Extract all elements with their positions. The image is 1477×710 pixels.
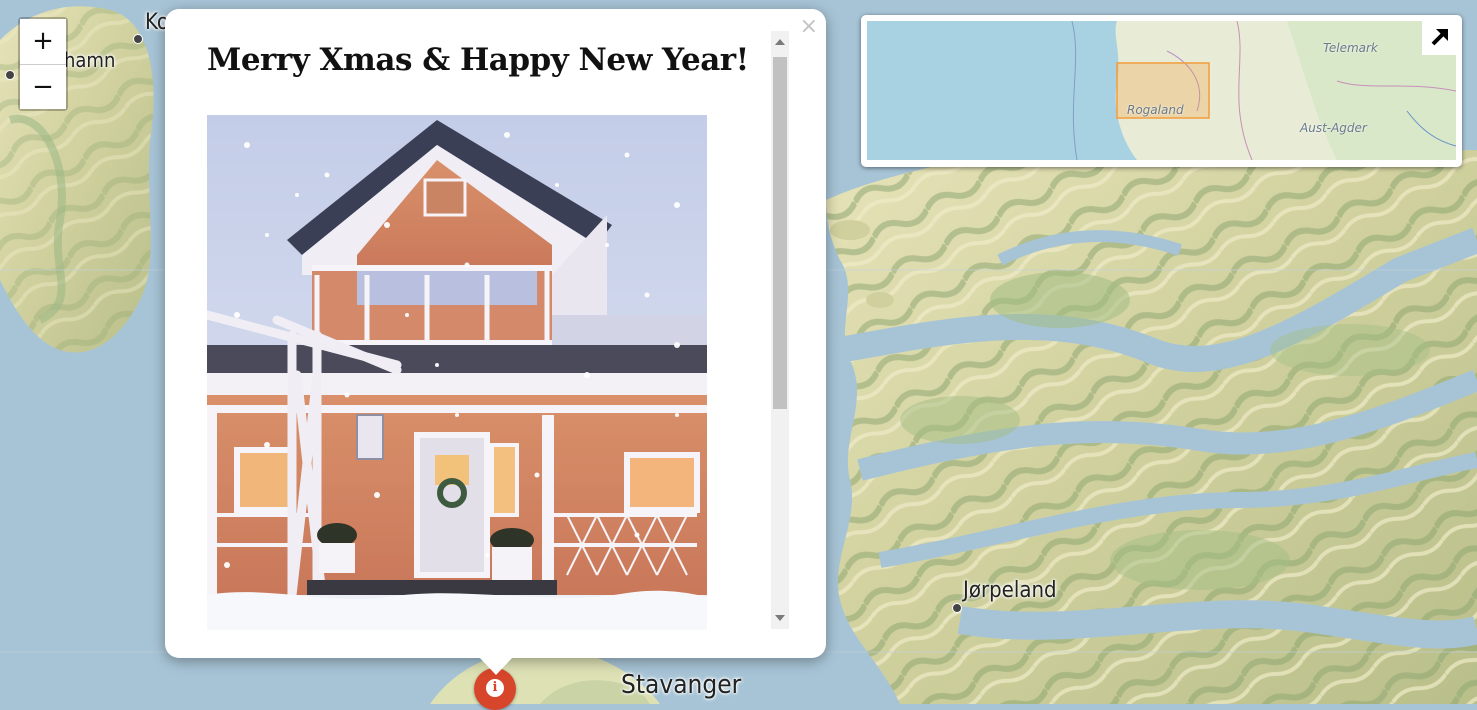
mainland-terrain [826, 150, 1477, 704]
zoom-in-button[interactable]: + [20, 19, 66, 64]
minimap-view[interactable]: Rogaland Telemark Aust-Agder [867, 21, 1456, 160]
popup-title: Merry Xmas & Happy New Year! [207, 42, 749, 78]
minimap-label-rogaland: Rogaland [1127, 103, 1184, 117]
place-dot-hamn [5, 70, 15, 80]
scroll-down-arrow-icon[interactable] [775, 615, 785, 621]
place-dot-ko [133, 34, 143, 44]
popup-scrollbar[interactable] [771, 31, 789, 629]
minimap-toggle-button[interactable] [1422, 19, 1458, 55]
minimap-label-telemark: Telemark [1323, 41, 1378, 55]
popup-close-button[interactable]: × [800, 15, 818, 39]
minimap-label-aust-agder: Aust-Agder [1300, 121, 1367, 135]
place-label-hamn: hamn [64, 48, 116, 72]
place-dot-jorpeland [952, 603, 962, 613]
place-label-stavanger: Stavanger [621, 670, 742, 700]
popup-photo [207, 115, 707, 630]
scroll-thumb[interactable] [773, 57, 787, 409]
info-icon: i [486, 679, 504, 697]
popup-tip [479, 657, 513, 675]
scroll-up-arrow-icon[interactable] [775, 39, 785, 45]
place-label-jorpeland: Jørpeland [963, 578, 1057, 603]
zoom-control: + − [18, 17, 68, 111]
zoom-out-button[interactable]: − [20, 64, 66, 109]
popup: × Merry Xmas & Happy New Year! [165, 9, 826, 658]
minimap[interactable]: Rogaland Telemark Aust-Agder [861, 15, 1462, 167]
arrow-up-right-icon [1431, 29, 1448, 46]
